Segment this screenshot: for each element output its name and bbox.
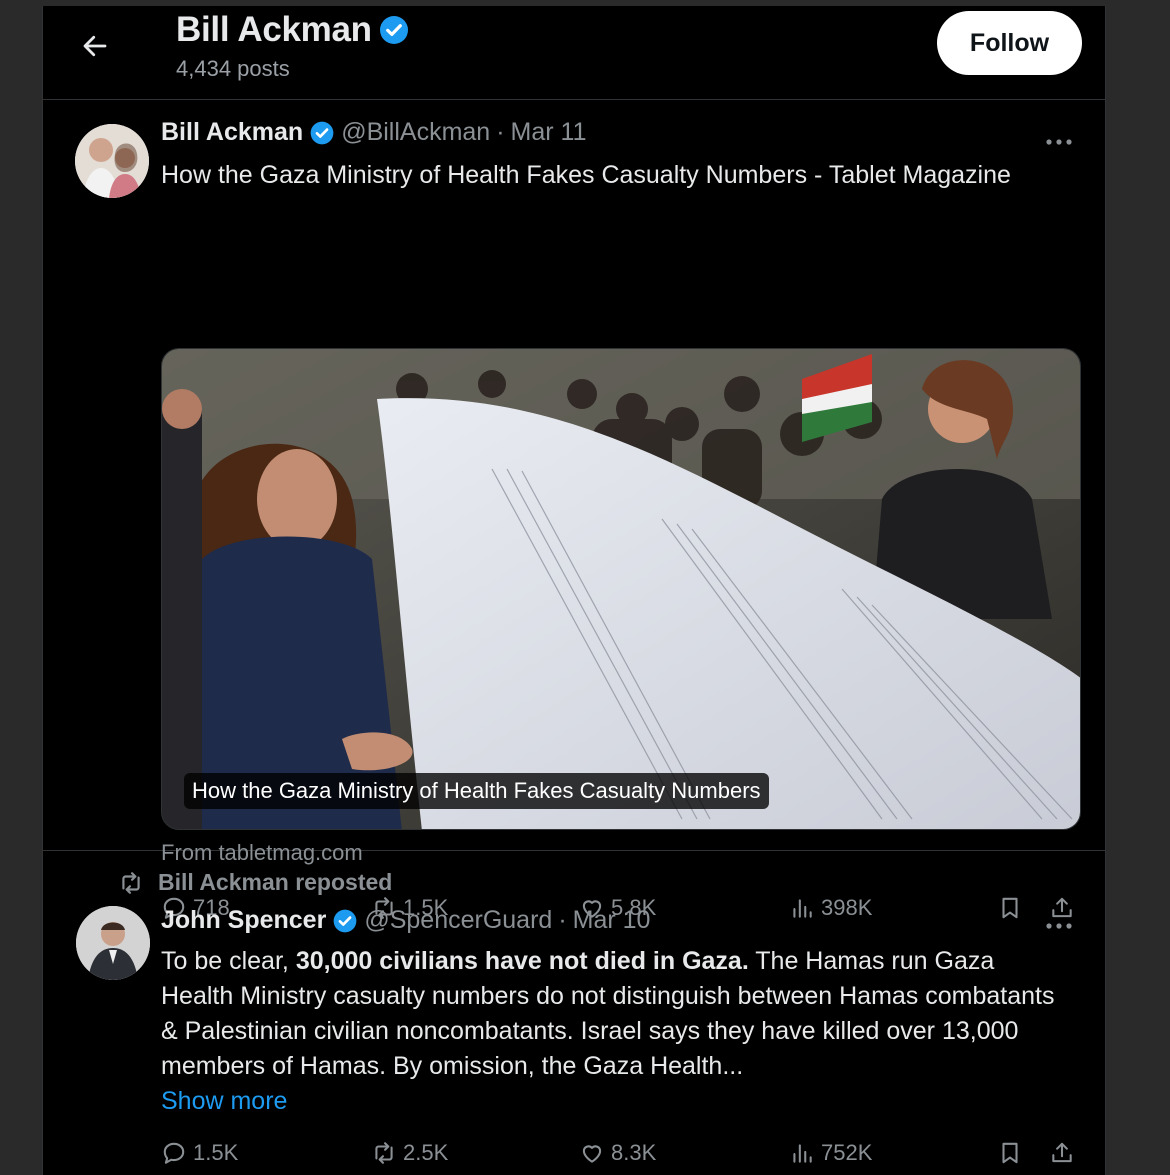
more-button[interactable] (1039, 914, 1079, 938)
tweet-meta: Bill Ackman @BillAckman · Mar 11 (161, 118, 587, 147)
like-count: 8.3K (611, 1140, 657, 1165)
link-card[interactable]: How the Gaza Ministry of Health Fakes Ca… (161, 348, 1081, 830)
more-icon (1046, 923, 1072, 929)
back-arrow-icon (83, 35, 107, 57)
author-handle[interactable]: @BillAckman (341, 118, 490, 147)
profile-header: Bill Ackman 4,434 posts Follow (43, 6, 1105, 100)
tweet-text-bold: 30,000 civilians have not died in Gaza. (295, 947, 749, 975)
verified-badge-icon (378, 14, 410, 46)
tweet[interactable]: Bill Ackman @BillAckman · Mar 11 How the… (43, 100, 1105, 920)
card-image (162, 349, 1080, 829)
tweet-actions: 1.5K 2.5K 8.3K 752K (161, 1140, 1081, 1175)
author-name[interactable]: John Spencer (161, 906, 326, 935)
follow-button[interactable]: Follow (937, 11, 1082, 75)
views-icon (793, 1144, 812, 1163)
more-icon (1046, 139, 1072, 145)
bookmark-icon (1002, 1142, 1018, 1164)
reply-icon (163, 1142, 185, 1164)
repost-count: 2.5K (403, 1140, 449, 1165)
avatar[interactable] (76, 906, 150, 980)
profile-name-text: Bill Ackman (176, 10, 372, 49)
card-caption: How the Gaza Ministry of Health Fakes Ca… (184, 773, 769, 809)
like-button[interactable]: 8.3K (579, 1140, 656, 1166)
reply-button[interactable]: 1.5K (161, 1140, 238, 1166)
repost-button[interactable]: 2.5K (371, 1140, 448, 1166)
repost-icon (122, 871, 140, 894)
more-button[interactable] (1039, 130, 1079, 154)
author-name[interactable]: Bill Ackman (161, 118, 303, 147)
bookmark-button[interactable] (997, 1140, 1023, 1166)
post-count: 4,434 posts (176, 56, 290, 81)
tweet-text: How the Gaza Ministry of Health Fakes Ca… (161, 161, 1011, 189)
like-icon (582, 1145, 602, 1163)
tweet-date[interactable]: Mar 10 (573, 906, 651, 935)
author-handle[interactable]: @SpencerGuard (364, 906, 552, 935)
share-button[interactable] (1049, 1140, 1075, 1166)
timeline-column: Bill Ackman 4,434 posts Follow Bill Ackm… (42, 6, 1106, 1175)
show-more-link[interactable]: Show more (161, 1087, 287, 1115)
share-icon (1052, 1142, 1072, 1163)
verified-badge-icon (309, 120, 335, 146)
views-button[interactable]: 752K (789, 1140, 872, 1166)
repost-icon (375, 1142, 393, 1164)
back-button[interactable] (77, 28, 113, 64)
tweet-text: To be clear, 30,000 civilians have not d… (161, 944, 1071, 1119)
tweet-text-intro: To be clear, (161, 947, 296, 975)
separator-dot: · (558, 906, 567, 934)
tweet-meta: John Spencer @SpencerGuard · Mar 10 (161, 906, 650, 935)
verified-badge-icon (332, 908, 358, 934)
separator-dot: · (496, 118, 505, 146)
repost-label[interactable]: Bill Ackman reposted (158, 869, 392, 896)
tweet-date[interactable]: Mar 11 (511, 118, 587, 147)
views-count: 752K (821, 1140, 873, 1165)
repost-indicator: Bill Ackman reposted (118, 869, 392, 896)
profile-name: Bill Ackman (176, 10, 410, 50)
avatar[interactable] (75, 124, 149, 198)
tweet[interactable]: Bill Ackman reposted John Spencer @Spenc… (43, 851, 1105, 1175)
reply-count: 1.5K (193, 1140, 239, 1165)
